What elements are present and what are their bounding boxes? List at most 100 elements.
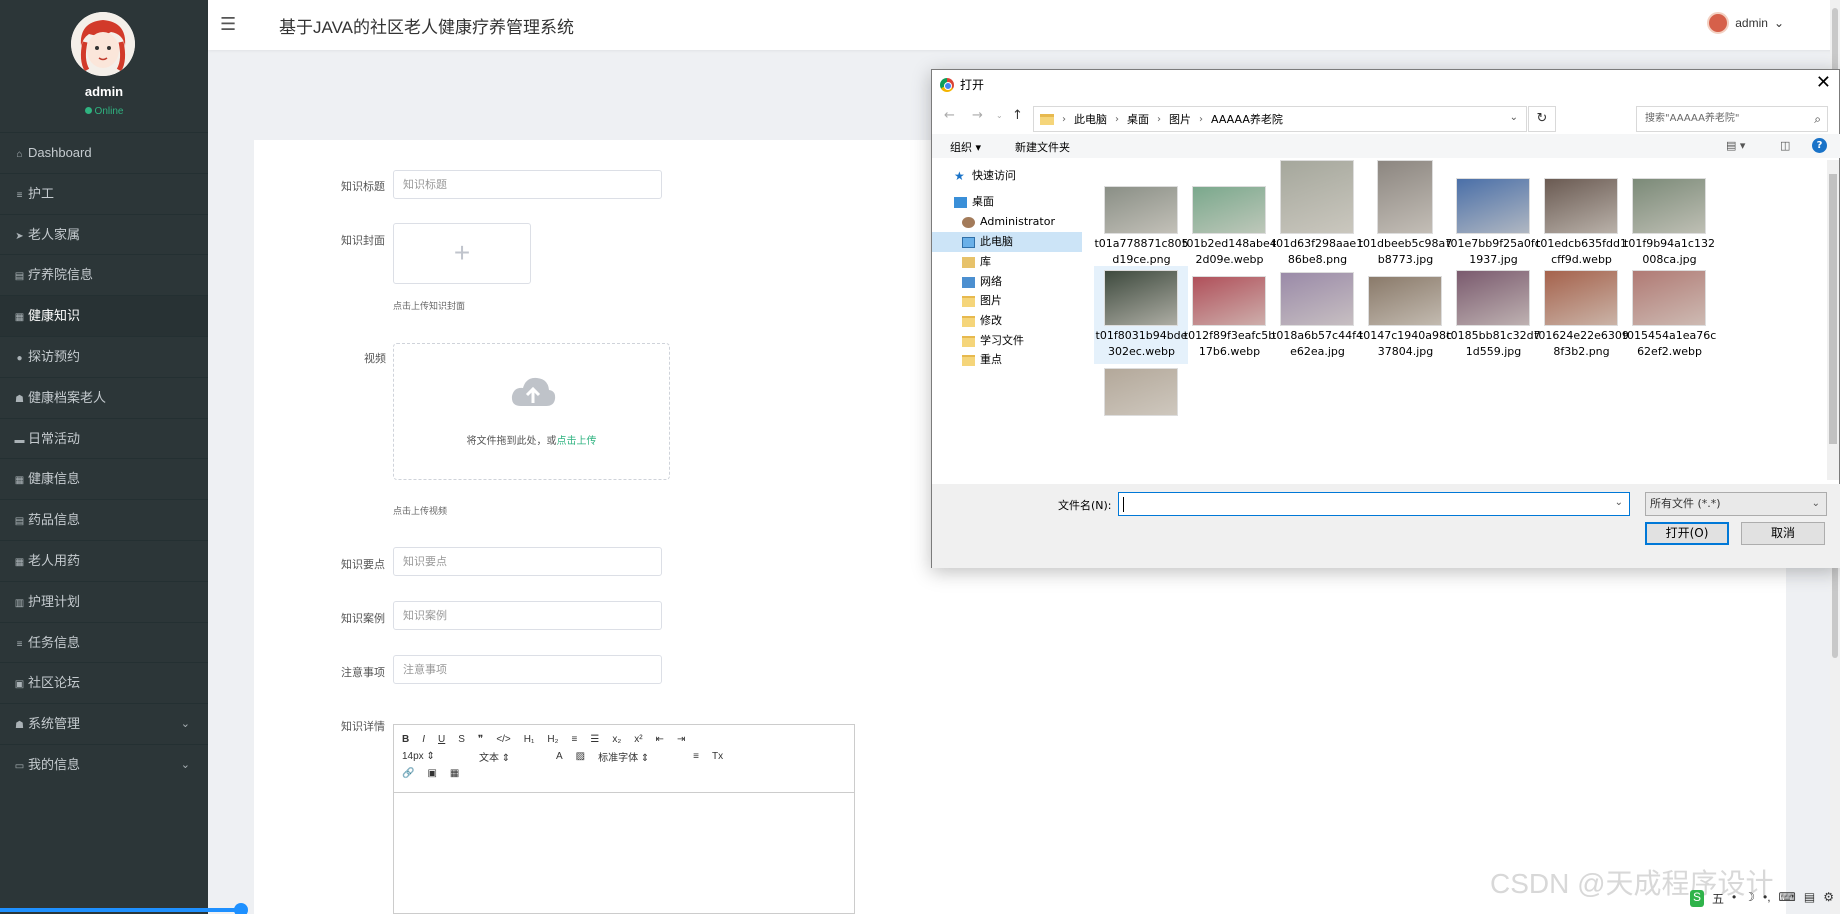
path-segment[interactable]: 此电脑 [1074,111,1107,127]
file-thumbnail[interactable] [1632,270,1706,326]
tray-icon[interactable]: ☽ [1744,890,1755,907]
address-bar[interactable]: › 此电脑 › 桌面 › 图片 › AAAAA养老院 ⌄ [1033,106,1527,132]
nav-tree-item[interactable]: 图片 [932,291,1082,311]
cancel-button[interactable]: 取消 [1741,522,1825,545]
nav-tree-item[interactable]: 重点 [932,350,1082,370]
file-thumbnail[interactable] [1192,276,1266,326]
file-name[interactable]: t015454a1ea76c62ef2.webp [1622,328,1717,360]
tray-icon[interactable]: S [1690,890,1705,907]
tray-icon[interactable]: • [1732,890,1736,907]
editor-tool-icon[interactable]: H₁ [524,734,535,745]
file-name[interactable]: t012f89f3eafc5b17b6.webp [1182,328,1277,360]
editor-tool-icon[interactable]: I [422,734,425,745]
user-avatar[interactable] [71,12,135,76]
sidebar-item[interactable]: ☗ 系统管理 ⌄ [0,703,208,744]
editor-tool-icon[interactable]: </> [496,734,510,745]
background-color-icon[interactable]: ▨ [576,751,585,762]
file-grid-scrollbar[interactable] [1827,160,1839,480]
view-options-icon[interactable]: ▤ ▾ [1726,139,1745,152]
file-name[interactable]: t01b2ed148abe42d09e.webp [1182,236,1277,268]
tray-icon[interactable]: •, [1763,890,1771,907]
filename-input[interactable]: ⌄ [1118,492,1630,516]
video-icon[interactable]: ▦ [450,768,459,779]
sidebar-item[interactable]: ▦ 健康知识 [0,295,208,336]
file-type-filter[interactable]: 所有文件 (*.*) ⌄ [1645,492,1827,516]
sidebar-item[interactable]: ▤ 药品信息 [0,499,208,540]
editor-content-area[interactable] [394,793,854,913]
up-arrow-icon[interactable]: ↑ [1012,108,1023,123]
progress-knob[interactable] [234,903,248,914]
tray-icon[interactable]: ⚙ [1823,890,1834,907]
format-select[interactable]: 文本 ⇕ [479,749,543,764]
help-icon[interactable]: ? [1812,138,1827,153]
file-name[interactable]: t01f9b94a1c132008ca.jpg [1622,236,1717,268]
cases-input[interactable]: 知识案例 [393,601,662,630]
editor-tool-icon[interactable]: S [458,734,465,745]
clear-format-icon[interactable]: Tx [712,751,723,762]
sidebar-item[interactable]: ⌂ Dashboard [0,132,208,173]
tray-icon[interactable]: 五 [1712,890,1724,907]
nav-tree-item[interactable]: 库 [932,252,1082,272]
nav-tree-item[interactable]: 网络 [932,272,1082,292]
organize-button[interactable]: 组织 ▾ [950,139,981,155]
file-thumbnail[interactable] [1192,186,1266,234]
new-folder-button[interactable]: 新建文件夹 [1015,139,1070,155]
file-name[interactable]: t01a778871c805d19ce.png [1094,236,1189,268]
notes-input[interactable]: 注意事项 [393,655,662,684]
file-thumbnail[interactable] [1632,178,1706,234]
sidebar-item[interactable]: ▦ 老人用药 [0,539,208,581]
nav-tree-item[interactable]: 此电脑 [932,232,1082,252]
file-grid-scrollbar-thumb[interactable] [1829,174,1837,444]
back-arrow-icon[interactable]: ← [944,108,955,123]
chevron-down-icon[interactable]: ⌄ [1510,112,1518,123]
path-segment[interactable]: 图片 [1169,111,1191,127]
file-thumbnail[interactable] [1456,178,1530,234]
sidebar-item[interactable]: ▭ 我的信息 ⌄ [0,743,208,785]
sidebar-item[interactable]: ≡ 护工 [0,172,208,214]
editor-tool-icon[interactable]: ≡ [572,734,578,745]
chevron-down-icon[interactable]: ⌄ [1615,497,1623,508]
file-thumbnail[interactable] [1377,160,1433,234]
file-thumbnail[interactable] [1368,276,1442,326]
file-name[interactable]: t01edcb635fdd1cff9d.webp [1534,236,1629,268]
title-input[interactable]: 知识标题 [393,170,662,199]
file-thumbnail[interactable] [1280,160,1354,234]
nav-tree-item[interactable]: 桌面 [932,192,1082,212]
editor-tool-icon[interactable]: ❞ [478,734,483,745]
tray-icon[interactable]: ▤ [1804,890,1815,907]
editor-tool-icon[interactable]: x² [634,734,642,745]
points-input[interactable]: 知识要点 [393,547,662,576]
editor-tool-icon[interactable]: x₂ [612,734,621,745]
file-thumbnail[interactable] [1456,270,1530,326]
open-button[interactable]: 打开(O) [1645,522,1729,545]
sidebar-item[interactable]: ▣ 社区论坛 [0,662,208,703]
user-menu[interactable]: admin ⌄ [1707,12,1784,34]
image-icon[interactable]: ▣ [427,768,436,779]
file-name[interactable]: t018a6b57c44f4e62ea.jpg [1270,328,1365,360]
cover-upload[interactable]: + [393,223,531,284]
sidebar-item[interactable]: ➤ 老人家属 [0,213,208,255]
file-name[interactable]: t0185bb81c32d71d559.jpg [1446,328,1541,360]
nav-tree-item[interactable]: ★ 快速访问 [932,166,1082,186]
file-name[interactable]: t01dbeeb5c98a7b8773.jpg [1358,236,1453,268]
editor-tool-icon[interactable]: ⇤ [656,734,664,745]
sidebar-item[interactable]: ≡ 任务信息 [0,621,208,663]
nav-tree-item[interactable]: 学习文件 [932,331,1082,351]
file-name[interactable]: t01d63f298aae186be8.png [1270,236,1365,268]
editor-tool-icon[interactable]: ☰ [590,734,599,745]
sidebar-item[interactable]: ▤ 疗养院信息 [0,254,208,295]
path-segment[interactable]: 桌面 [1127,111,1149,127]
sidebar-item[interactable]: ▦ 健康信息 [0,458,208,499]
search-input[interactable]: 搜索"AAAAA养老院" ⌕ [1636,106,1828,132]
sidebar-item[interactable]: ▥ 护理计划 [0,580,208,622]
progress-bar[interactable] [0,903,248,914]
editor-tool-icon[interactable]: B [402,734,409,745]
sidebar-item[interactable]: ● 探访预约 [0,335,208,377]
close-icon[interactable]: ✕ [1816,72,1831,93]
align-icon[interactable]: ≡ [693,751,699,762]
file-thumbnail[interactable] [1104,186,1178,234]
font-size-select[interactable]: 14px ⇕ [402,751,466,762]
sidebar-item[interactable]: ☗ 健康档案老人 [0,376,208,418]
font-color-icon[interactable]: A [556,751,563,762]
link-icon[interactable]: 🔗 [402,768,414,779]
